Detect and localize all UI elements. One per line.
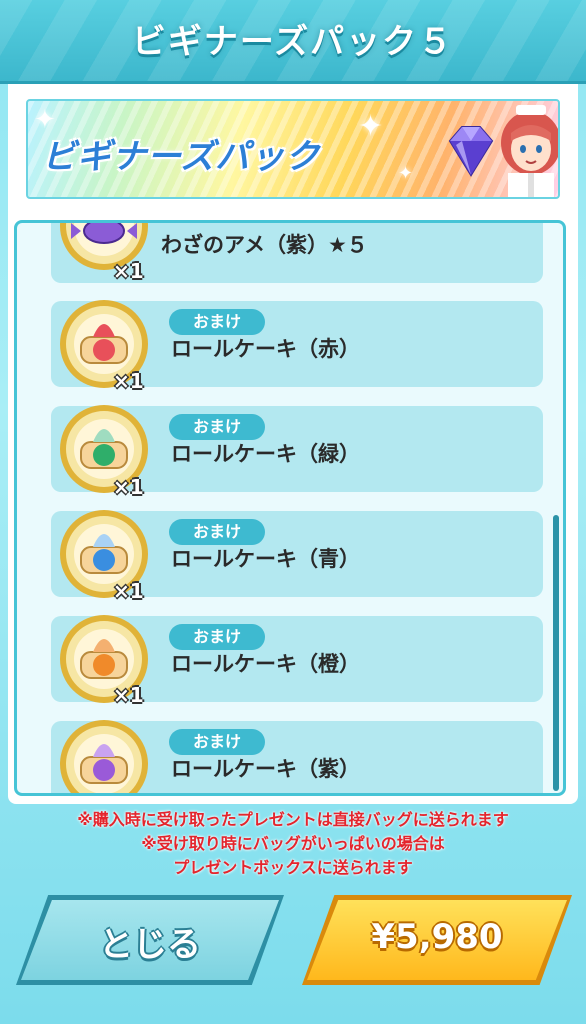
item-name: ロールケーキ（赤） xyxy=(171,337,360,361)
banner-title: ビギナーズパック xyxy=(42,137,321,177)
sparkle-icon: ✦ xyxy=(398,163,414,184)
roll-cake-purple-icon xyxy=(60,720,148,793)
reward-list-viewport[interactable]: わざのアメ（紫）★５ ×1 おまけ ロールケーキ（赤） ×1 おまけ ロールケー… xyxy=(17,223,547,793)
bonus-badge: おまけ xyxy=(169,624,265,650)
pack-banner: ✦ ✦ ✦ ビギナーズパック xyxy=(26,99,560,199)
purchase-button-label: ¥5,980 xyxy=(371,917,503,957)
diamond-gem-icon xyxy=(448,126,494,177)
item-count: ×1 xyxy=(113,579,144,603)
sparkle-icon: ✦ xyxy=(358,109,384,144)
item-count: ×1 xyxy=(113,475,144,499)
header-bar: ビギナーズパック５ xyxy=(0,0,586,84)
item-name: ロールケーキ（青） xyxy=(171,547,360,571)
notice-line-2: ※受け取り時にバッグがいっぱいの場合は xyxy=(141,834,445,853)
notice-line-1: ※購入時に受け取ったプレゼントは直接バッグに送られます xyxy=(77,810,509,829)
bonus-badge: おまけ xyxy=(169,414,265,440)
item-count: ×1 xyxy=(113,683,144,707)
close-button-label: とじる xyxy=(99,925,201,965)
reward-list[interactable]: わざのアメ（紫）★５ ×1 おまけ ロールケーキ（赤） ×1 おまけ ロールケー… xyxy=(14,220,566,796)
bonus-badge: おまけ xyxy=(169,519,265,545)
item-name: ロールケーキ（緑） xyxy=(171,442,360,466)
character-portrait xyxy=(501,105,558,197)
notice-line-3: プレゼントボックスに送られます xyxy=(173,858,413,877)
page-title: ビギナーズパック５ xyxy=(131,22,455,62)
item-count: ×1 xyxy=(113,369,144,393)
purchase-button[interactable]: ¥5,980 xyxy=(302,895,572,985)
item-name: ロールケーキ（橙） xyxy=(171,652,360,676)
item-name: わざのアメ（紫）★５ xyxy=(161,233,368,257)
bonus-badge: おまけ xyxy=(169,309,265,335)
list-scrollbar[interactable] xyxy=(553,515,559,791)
close-button[interactable]: とじる xyxy=(16,895,284,985)
bonus-badge: おまけ xyxy=(169,729,265,755)
item-count: ×1 xyxy=(113,259,144,283)
item-name: ロールケーキ（紫） xyxy=(171,757,360,781)
